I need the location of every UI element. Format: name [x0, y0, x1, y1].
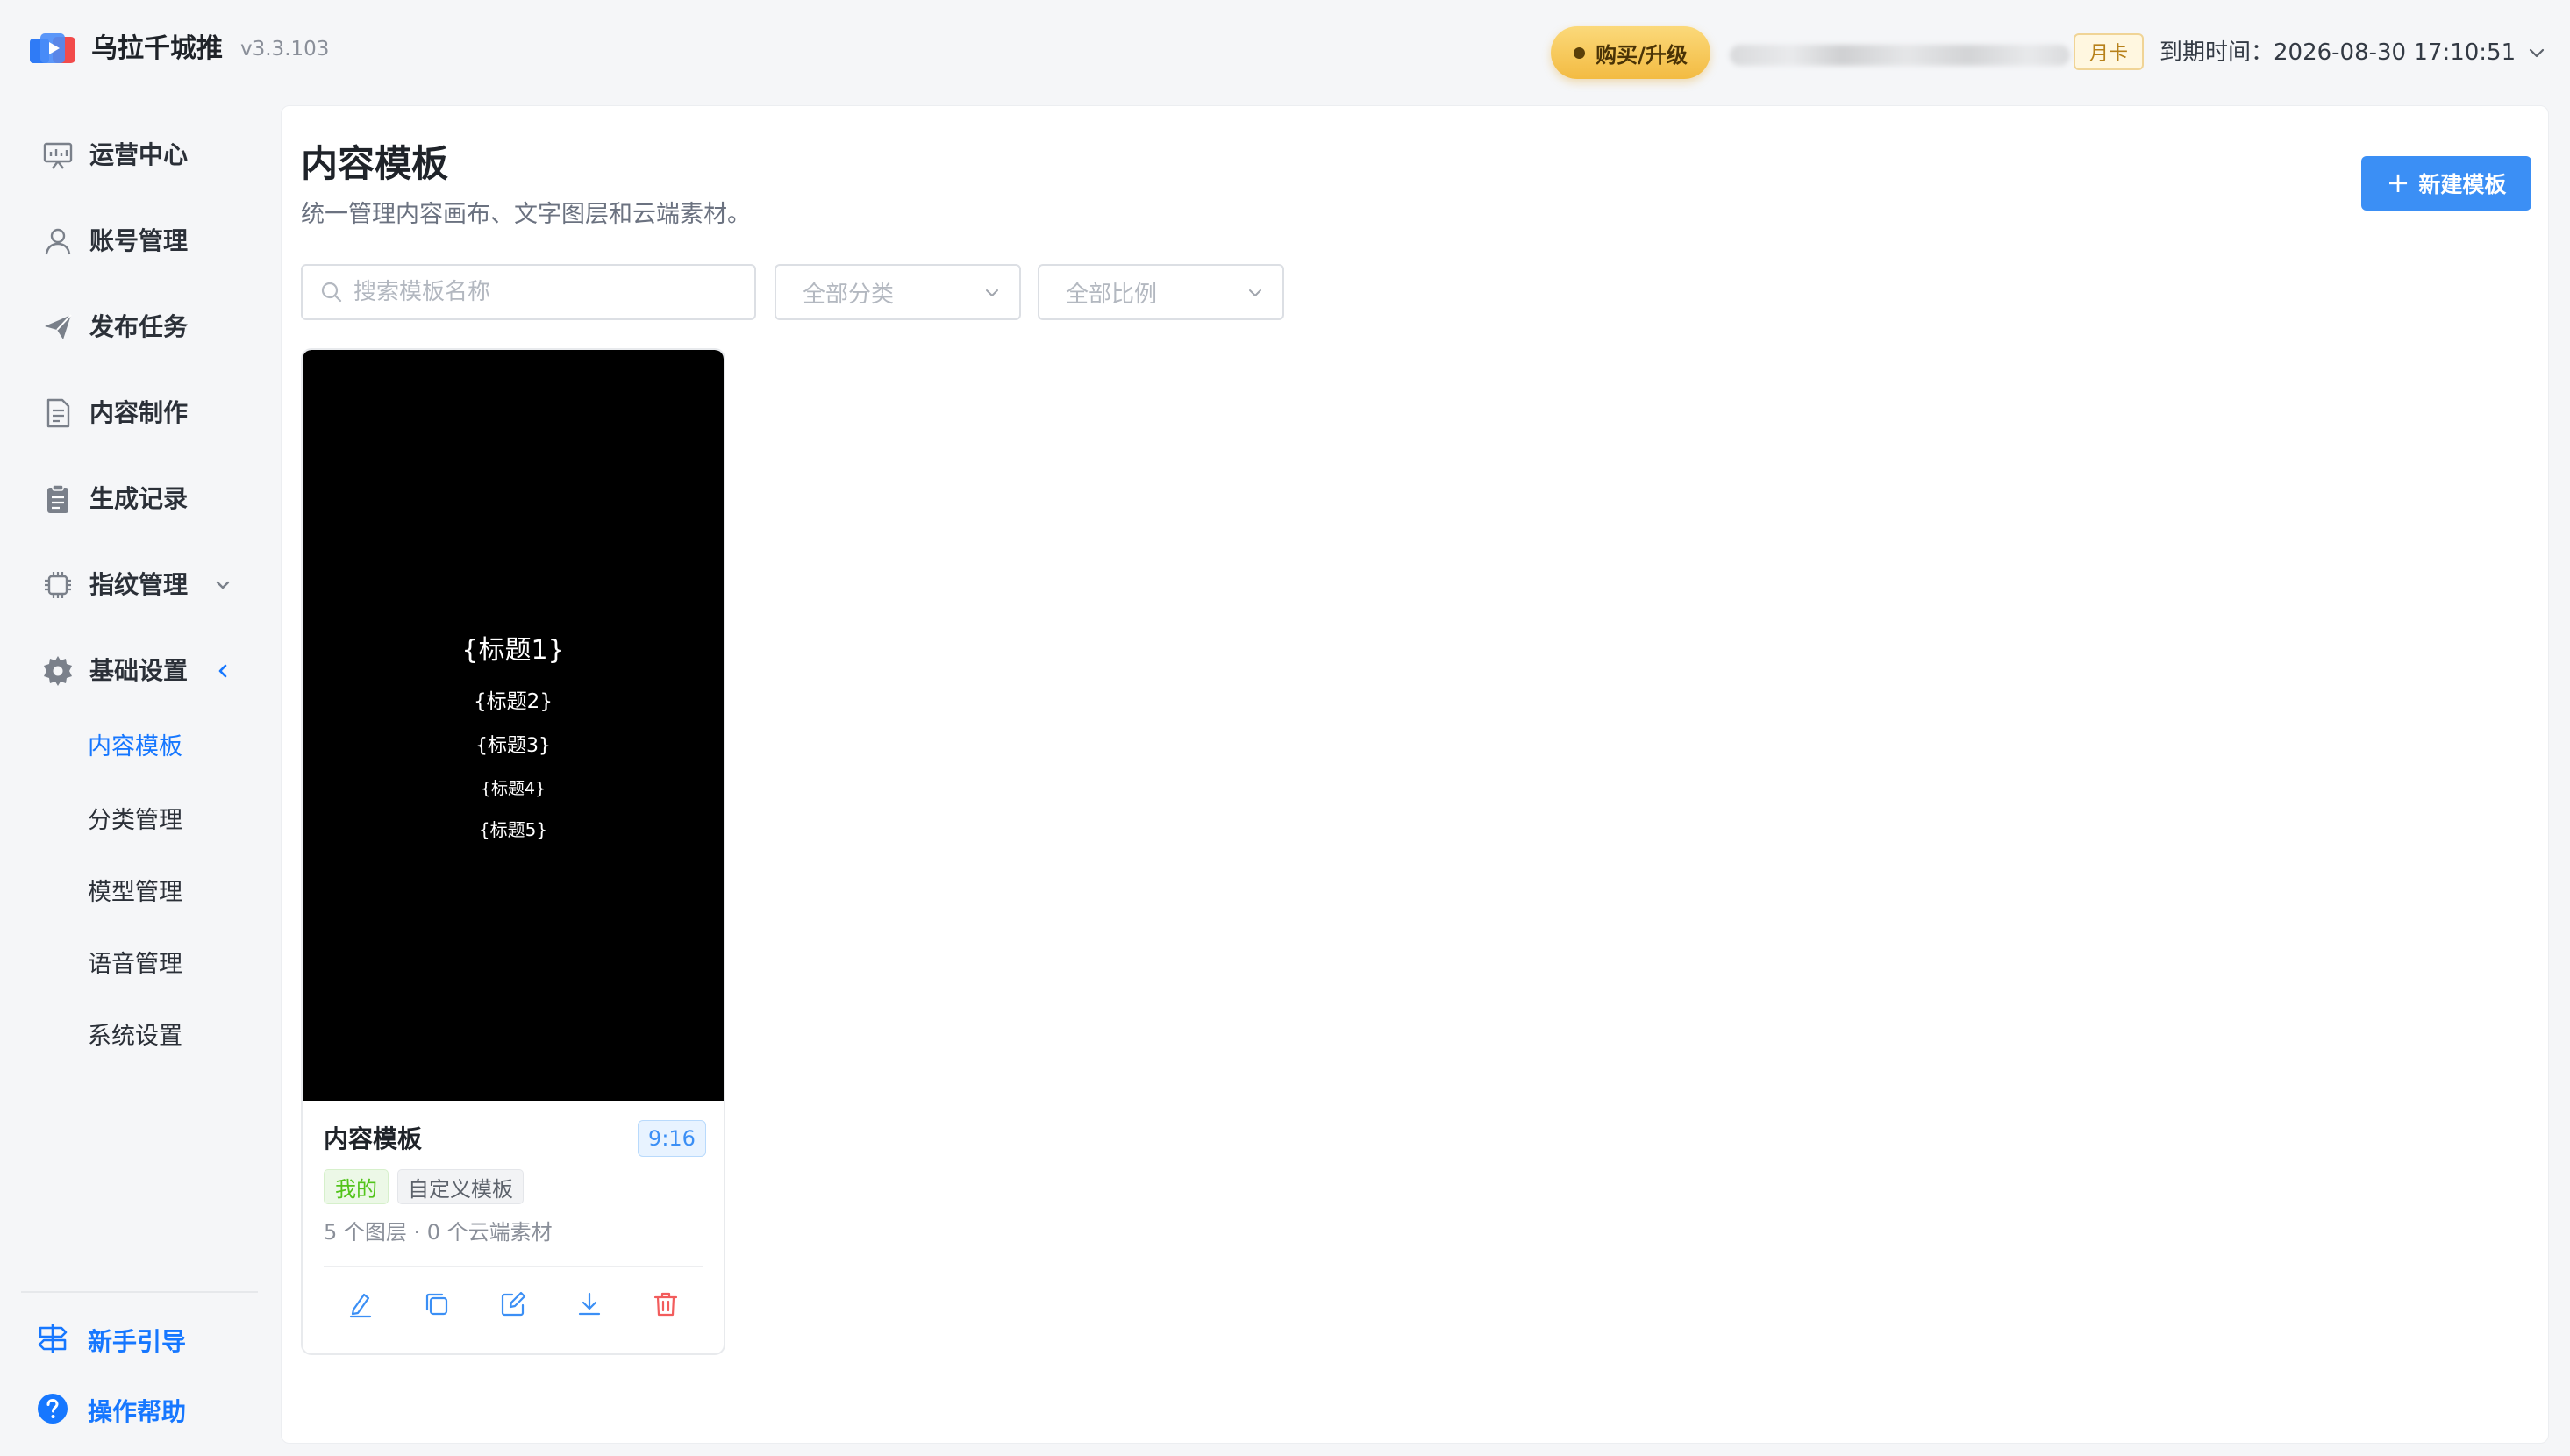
type-tag: 自定义模板 [397, 1169, 524, 1204]
sidebar-item-label: 生成记录 [89, 484, 189, 513]
search-icon [321, 282, 342, 303]
preview-title-3: {标题3} [475, 735, 551, 757]
operation-help-label: 操作帮助 [88, 1397, 187, 1426]
preview-title-2: {标题2} [474, 690, 553, 713]
top-bar: 乌拉千城推 v3.3.103 购买/升级 月卡 到期时间：2026-08-30 … [0, 0, 2570, 105]
blurred-user-info [1730, 45, 2070, 66]
new-template-button[interactable]: + 新建模板 [2361, 156, 2531, 211]
app-name: 乌拉千城推 [91, 33, 223, 64]
subnav-model-management[interactable]: 模型管理 [88, 868, 182, 917]
page-title: 内容模板 [301, 142, 449, 185]
document-icon [40, 396, 75, 431]
copy-icon[interactable] [419, 1287, 454, 1322]
subnav-system-settings[interactable]: 系统设置 [88, 1012, 182, 1061]
card-divider [324, 1266, 703, 1267]
sidebar-item-label: 基础设置 [89, 656, 189, 685]
sidebar-item-publish[interactable]: 发布任务 [21, 296, 249, 358]
clipboard-icon [40, 482, 75, 517]
sidebar-item-basic-settings[interactable]: 基础设置 [21, 640, 249, 702]
sidebar-item-accounts[interactable]: 账号管理 [21, 211, 249, 272]
chevron-left-icon [218, 664, 227, 678]
sidebar-item-records[interactable]: 生成记录 [21, 468, 249, 530]
chevron-down-icon [1249, 289, 1261, 296]
ratio-filter-value: 全部比例 [1066, 281, 1158, 308]
sidebar-item-operations[interactable]: 运营中心 [21, 125, 249, 186]
edit-square-icon[interactable] [496, 1287, 531, 1322]
category-filter-value: 全部分类 [803, 281, 895, 308]
monitor-chart-icon [40, 138, 75, 173]
gear-icon [40, 653, 75, 689]
category-filter-select[interactable]: 全部分类 [775, 264, 1021, 320]
question-circle-icon [35, 1391, 70, 1430]
buy-upgrade-button[interactable]: 购买/升级 [1551, 26, 1710, 79]
sidebar-item-label: 运营中心 [89, 140, 189, 169]
expire-time: 到期时间：2026-08-30 17:10:51 [2160, 39, 2516, 66]
sidebar: 运营中心 账号管理 发布任务 内容制作 生成记录 指纹管理 基础设置 内容模板 … [0, 105, 281, 1456]
template-preview[interactable]: {标题1} {标题2} {标题3} {标题4} {标题5} [303, 350, 724, 1101]
main-panel: 内容模板 统一管理内容画布、文字图层和云端素材。 + 新建模板 全部分类 全部比… [281, 105, 2549, 1444]
preview-title-1: {标题1} [461, 635, 565, 666]
subnav-content-templates[interactable]: 内容模板 [88, 723, 182, 772]
buy-upgrade-label: 购买/升级 [1596, 42, 1688, 68]
sidebar-item-label: 账号管理 [89, 226, 189, 255]
template-name: 内容模板 [324, 1124, 423, 1153]
preview-title-4: {标题4} [480, 779, 546, 798]
template-card[interactable]: {标题1} {标题2} {标题3} {标题4} {标题5} 内容模板 9:16 … [301, 348, 725, 1355]
page-subtitle: 统一管理内容画布、文字图层和云端素材。 [301, 201, 751, 228]
sidebar-item-fingerprint[interactable]: 指纹管理 [21, 554, 249, 616]
sidebar-item-label: 发布任务 [89, 312, 189, 341]
plus-icon: + [2386, 165, 2410, 199]
chevron-down-icon [216, 581, 230, 589]
dot-icon [1574, 46, 1586, 59]
app-window: 乌拉千城推 v3.3.103 购买/升级 月卡 到期时间：2026-08-30 … [0, 0, 2570, 1456]
sidebar-item-content-production[interactable]: 内容制作 [21, 382, 249, 444]
edit-pen-icon[interactable] [343, 1287, 378, 1322]
newbie-guide-link[interactable]: 新手引导 [35, 1314, 186, 1367]
chevron-down-icon [986, 289, 998, 296]
delete-icon[interactable] [648, 1287, 683, 1322]
sidebar-item-label: 内容制作 [89, 398, 189, 427]
chevron-down-icon[interactable] [2526, 42, 2547, 63]
download-icon[interactable] [572, 1287, 607, 1322]
owner-tag: 我的 [324, 1169, 389, 1204]
template-meta: 5 个图层 · 0 个云端素材 [324, 1220, 553, 1245]
ratio-filter-select[interactable]: 全部比例 [1038, 264, 1284, 320]
newbie-guide-label: 新手引导 [88, 1327, 187, 1356]
plan-badge: 月卡 [2074, 33, 2144, 70]
search-box [301, 264, 756, 320]
app-version: v3.3.103 [240, 38, 330, 61]
operation-help-link[interactable]: 操作帮助 [35, 1384, 186, 1437]
preview-title-5: {标题5} [478, 819, 548, 840]
chip-icon [40, 567, 75, 603]
sidebar-divider [21, 1291, 258, 1293]
new-template-label: 新建模板 [2418, 172, 2507, 197]
guide-signpost-icon [35, 1321, 70, 1360]
paper-plane-icon [40, 310, 75, 345]
user-icon [40, 224, 75, 259]
search-input[interactable] [353, 279, 722, 305]
app-logo-icon [30, 33, 75, 63]
sidebar-item-label: 指纹管理 [89, 570, 189, 599]
subnav-category-management[interactable]: 分类管理 [88, 796, 182, 846]
subnav-voice-management[interactable]: 语音管理 [88, 940, 182, 989]
ratio-badge: 9:16 [638, 1120, 706, 1157]
